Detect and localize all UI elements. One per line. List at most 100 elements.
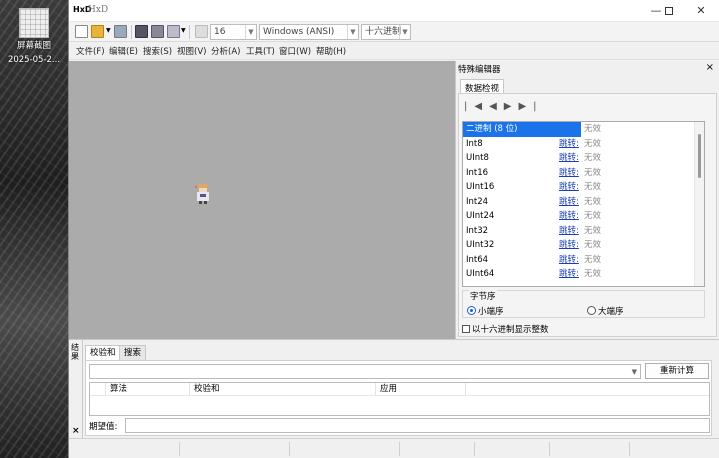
special-editor-title: 特殊编辑器	[458, 65, 501, 75]
checksum-table-header: 算法 校验和 应用	[90, 383, 709, 396]
data-value: 无效	[584, 211, 602, 221]
results-side-title: 结果	[71, 343, 79, 361]
offset-base-value: 十六进制	[365, 27, 402, 37]
status-separator	[179, 442, 180, 456]
jump-link[interactable]: 跳转:	[559, 267, 579, 281]
offset-base-select[interactable]: 十六进制 ▼	[361, 24, 411, 40]
menu-file[interactable]: 文件(F)	[76, 45, 105, 57]
byte-order-label: 字节序	[469, 290, 497, 302]
column-apply[interactable]: 应用	[375, 383, 465, 396]
bytes-per-row-select[interactable]: 16 ▼	[210, 24, 257, 40]
data-row[interactable]: Int32 跳转: 无效	[463, 224, 704, 239]
desktop-file-label-2: 2025-05-2...	[7, 55, 61, 65]
data-value: 无效	[584, 124, 602, 134]
data-value: 无效	[584, 182, 602, 192]
open-folder-icon[interactable]	[91, 25, 104, 38]
window-title: HxD	[88, 5, 109, 15]
disk-icon[interactable]	[135, 25, 148, 38]
first-icon[interactable]: |◀	[464, 101, 489, 112]
jump-link[interactable]: 跳转:	[559, 195, 579, 209]
chevron-down-icon: ▼	[631, 368, 637, 376]
new-file-icon[interactable]	[75, 25, 88, 38]
save-icon[interactable]	[114, 25, 127, 38]
data-inspector-grid[interactable]: 二进制 (8 位) 无效 Int8 跳转: 无效 UInt8 跳转: 无效 In…	[462, 121, 705, 287]
recalculate-button[interactable]: 重新计算	[645, 363, 709, 379]
jump-link[interactable]: 跳转:	[559, 209, 579, 223]
screenshot-thumbnail-icon	[19, 8, 49, 38]
status-separator	[474, 442, 475, 456]
last-icon[interactable]: ▶|	[518, 101, 543, 112]
menu-help[interactable]: 帮助(H)	[316, 45, 346, 57]
data-type-name: UInt64	[466, 269, 495, 279]
jump-link[interactable]: 跳转:	[559, 137, 579, 151]
disk-image-dropdown-icon[interactable]: ▼	[181, 27, 186, 34]
data-row[interactable]: Int24 跳转: 无效	[463, 195, 704, 210]
expected-value-input[interactable]	[125, 418, 710, 433]
maximize-icon[interactable]	[652, 0, 686, 22]
editor-area[interactable]	[69, 61, 455, 339]
ram-icon[interactable]	[151, 25, 164, 38]
data-row[interactable]: Int8 跳转: 无效	[463, 137, 704, 152]
data-row[interactable]: Int64 跳转: 无效	[463, 253, 704, 268]
data-row[interactable]: UInt24 跳转: 无效	[463, 209, 704, 224]
tab-checksum[interactable]: 校验和	[85, 345, 121, 360]
little-endian-radio[interactable]: 小端序	[467, 305, 504, 317]
hex-integer-label: 以十六进制显示整数	[472, 325, 549, 335]
results-panel: 结果 × 校验和 搜索 ▼ 重新计算 算法 校验和 应用 期望值:	[69, 339, 719, 439]
toolbar-separator	[131, 25, 132, 39]
close-icon[interactable]: ×	[72, 426, 80, 436]
big-endian-label: 大端序	[598, 307, 624, 317]
chevron-down-icon: ▼	[399, 25, 410, 39]
columns-icon	[195, 25, 208, 38]
close-icon[interactable]: ×	[706, 62, 714, 73]
close-icon[interactable]: ✕	[684, 0, 718, 22]
prev-icon[interactable]: ◀	[489, 101, 504, 112]
column-checksum[interactable]: 校验和	[189, 383, 375, 396]
navigation-buttons: |◀◀▶▶|	[464, 101, 544, 112]
menu-tools[interactable]: 工具(T)	[246, 45, 275, 57]
data-row[interactable]: Int16 跳转: 无效	[463, 166, 704, 181]
data-value: 无效	[584, 240, 602, 250]
menu-analysis[interactable]: 分析(A)	[211, 45, 240, 57]
jump-link[interactable]: 跳转:	[559, 180, 579, 194]
data-type-name: UInt32	[466, 240, 495, 250]
open-dropdown-icon[interactable]: ▼	[106, 27, 111, 34]
data-grid-scrollbar[interactable]	[694, 122, 704, 286]
chevron-down-icon: ▼	[347, 25, 358, 39]
data-value: 无效	[584, 167, 602, 178]
jump-link[interactable]: 跳转:	[559, 166, 579, 180]
menu-window[interactable]: 窗口(W)	[279, 45, 311, 57]
data-value: 无效	[584, 254, 602, 265]
menu-search[interactable]: 搜索(S)	[143, 45, 172, 57]
jump-link[interactable]: 跳转:	[559, 238, 579, 252]
desktop-file-icon[interactable]: 屏幕截图 2025-05-2...	[6, 8, 62, 66]
jump-link[interactable]: 跳转:	[559, 151, 579, 165]
charset-select[interactable]: Windows (ANSI) ▼	[259, 24, 359, 40]
title-bar[interactable]: HxD HxD — ✕	[69, 0, 719, 22]
data-row[interactable]: UInt64 跳转: 无效	[463, 267, 704, 282]
big-endian-radio[interactable]: 大端序	[587, 305, 624, 317]
scrollbar-thumb[interactable]	[698, 134, 701, 178]
data-row[interactable]: UInt8 跳转: 无效	[463, 151, 704, 166]
menu-view[interactable]: 视图(V)	[177, 45, 206, 57]
jump-link[interactable]: 跳转:	[559, 224, 579, 238]
bytes-per-row-value: 16	[214, 27, 226, 37]
hex-integer-checkbox[interactable]: 以十六进制显示整数	[462, 323, 549, 335]
next-icon[interactable]: ▶	[504, 101, 519, 112]
algorithm-select[interactable]: ▼	[89, 364, 641, 379]
data-type-name: 二进制 (8 位)	[466, 124, 518, 134]
radio-selected-icon	[467, 306, 476, 315]
jump-link[interactable]: 跳转:	[559, 253, 579, 267]
data-type-name: Int24	[466, 196, 489, 207]
data-type-name: Int16	[466, 167, 489, 178]
data-row[interactable]: UInt32 跳转: 无效	[463, 238, 704, 253]
column-algorithm[interactable]: 算法	[105, 383, 189, 396]
data-value: 无效	[584, 138, 602, 149]
checksum-table[interactable]: 算法 校验和 应用	[89, 382, 710, 416]
data-row[interactable]: UInt16 跳转: 无效	[463, 180, 704, 195]
data-row[interactable]: 二进制 (8 位) 无效	[463, 122, 704, 137]
tab-search[interactable]: 搜索	[119, 345, 147, 360]
menu-edit[interactable]: 编辑(E)	[109, 45, 138, 57]
status-separator	[289, 442, 290, 456]
disk-image-icon[interactable]	[167, 25, 180, 38]
